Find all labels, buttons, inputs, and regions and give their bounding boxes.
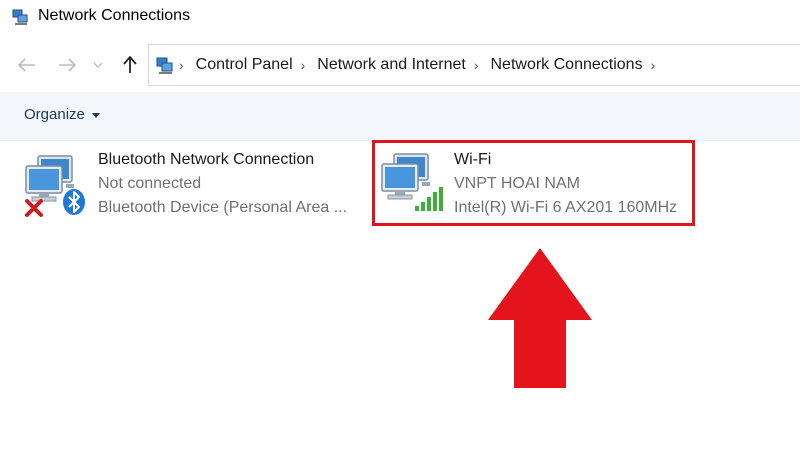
chevron-down-icon <box>93 62 103 68</box>
organize-label: Organize <box>24 106 85 123</box>
command-bar: Organize <box>0 92 800 141</box>
breadcrumb: › Control Panel › Network and Internet ›… <box>179 45 667 85</box>
bluetooth-icon <box>63 189 85 215</box>
connection-details: Bluetooth Network Connection Not connect… <box>98 148 347 220</box>
connection-item-bluetooth[interactable]: Bluetooth Network Connection Not connect… <box>20 146 360 224</box>
forward-arrow-icon <box>59 58 76 72</box>
network-connections-window: Network Connections › Control Panel › Ne… <box>0 0 800 450</box>
connection-device: Bluetooth Device (Personal Area ... <box>98 199 348 216</box>
network-connections-icon <box>12 9 28 25</box>
back-button[interactable] <box>14 52 40 78</box>
breadcrumb-separator-icon[interactable]: › <box>474 57 479 73</box>
breadcrumb-separator-icon[interactable]: › <box>651 57 656 73</box>
caret-down-icon <box>91 113 100 118</box>
organize-button[interactable]: Organize <box>24 106 100 123</box>
breadcrumb-control-panel[interactable]: Control Panel <box>196 56 293 74</box>
highlight-box <box>372 140 695 226</box>
connection-status: Not connected <box>98 175 202 192</box>
control-panel-icon <box>156 57 173 74</box>
title-bar: Network Connections <box>0 0 800 34</box>
forward-button[interactable] <box>54 52 80 78</box>
up-button[interactable] <box>117 52 143 78</box>
connection-name: Bluetooth Network Connection <box>98 151 315 168</box>
breadcrumb-network-and-internet[interactable]: Network and Internet <box>317 56 466 74</box>
up-arrow-icon <box>123 56 137 73</box>
breadcrumb-separator-icon[interactable]: › <box>179 57 184 73</box>
breadcrumb-separator-icon[interactable]: › <box>301 57 306 73</box>
breadcrumb-network-connections[interactable]: Network Connections <box>491 56 643 74</box>
up-arrow-annotation-icon <box>488 248 592 388</box>
back-arrow-icon <box>18 58 35 72</box>
navigation-bar: › Control Panel › Network and Internet ›… <box>0 40 800 90</box>
address-bar[interactable]: › Control Panel › Network and Internet ›… <box>148 44 800 86</box>
window-title: Network Connections <box>38 7 191 24</box>
red-x-icon <box>25 199 43 217</box>
recent-locations-button[interactable] <box>88 52 108 78</box>
